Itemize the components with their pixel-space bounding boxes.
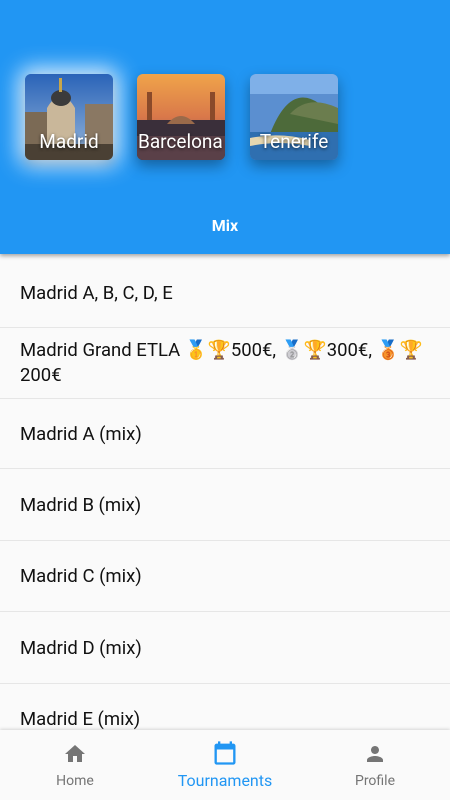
list-item[interactable]: Madrid D (mix) [0, 612, 450, 684]
tournament-title: Madrid E (mix) [20, 707, 141, 730]
list-item[interactable]: Madrid A (mix) [0, 399, 450, 469]
list-item[interactable]: Madrid A, B, C, D, E [0, 258, 450, 328]
calendar-icon [214, 741, 236, 765]
nav-label: Profile [354, 773, 395, 789]
nav-label: Tournaments [177, 771, 273, 790]
nav-tournaments[interactable]: Tournaments [150, 730, 300, 800]
tab-mix[interactable]: Mix [0, 216, 450, 235]
tournament-title: Madrid Grand ETLA 🥇🏆500€, 🥈🏆300€, 🥉🏆200€ [20, 339, 423, 386]
nav-label: Home [56, 773, 94, 789]
list-item[interactable]: Madrid C (mix) [0, 541, 450, 612]
nav-profile[interactable]: Profile [300, 730, 450, 800]
tournament-title: Madrid C (mix) [20, 565, 142, 587]
home-icon [65, 745, 85, 762]
tournament-list: Madrid A, B, C, D, E Madrid Grand ETLA 🥇… [0, 258, 450, 754]
city-label: Madrid [39, 130, 99, 153]
tournament-title: Madrid A, B, C, D, E [20, 281, 173, 304]
city-label: Tenerife [259, 130, 329, 153]
city-card-madrid[interactable]: Madrid [25, 74, 113, 160]
city-label: Barcelona [138, 130, 223, 153]
nav-home[interactable]: Home [0, 730, 150, 800]
city-card-barcelona[interactable]: Barcelona [137, 74, 225, 160]
list-item[interactable]: Madrid Grand ETLA 🥇🏆500€, 🥈🏆300€, 🥉🏆200€ [0, 328, 450, 399]
tournament-title: Madrid D (mix) [20, 636, 142, 659]
tournament-title: Madrid A (mix) [20, 422, 142, 445]
bottom-navigation: Home Tournaments Profile [0, 730, 450, 800]
person-icon [367, 746, 383, 762]
city-card-tenerife[interactable]: Tenerife [250, 74, 338, 160]
list-item[interactable]: Madrid B (mix) [0, 469, 450, 541]
app-header: Madrid Barcelona Tenerife Mix [0, 0, 450, 254]
tournament-title: Madrid B (mix) [20, 493, 142, 516]
